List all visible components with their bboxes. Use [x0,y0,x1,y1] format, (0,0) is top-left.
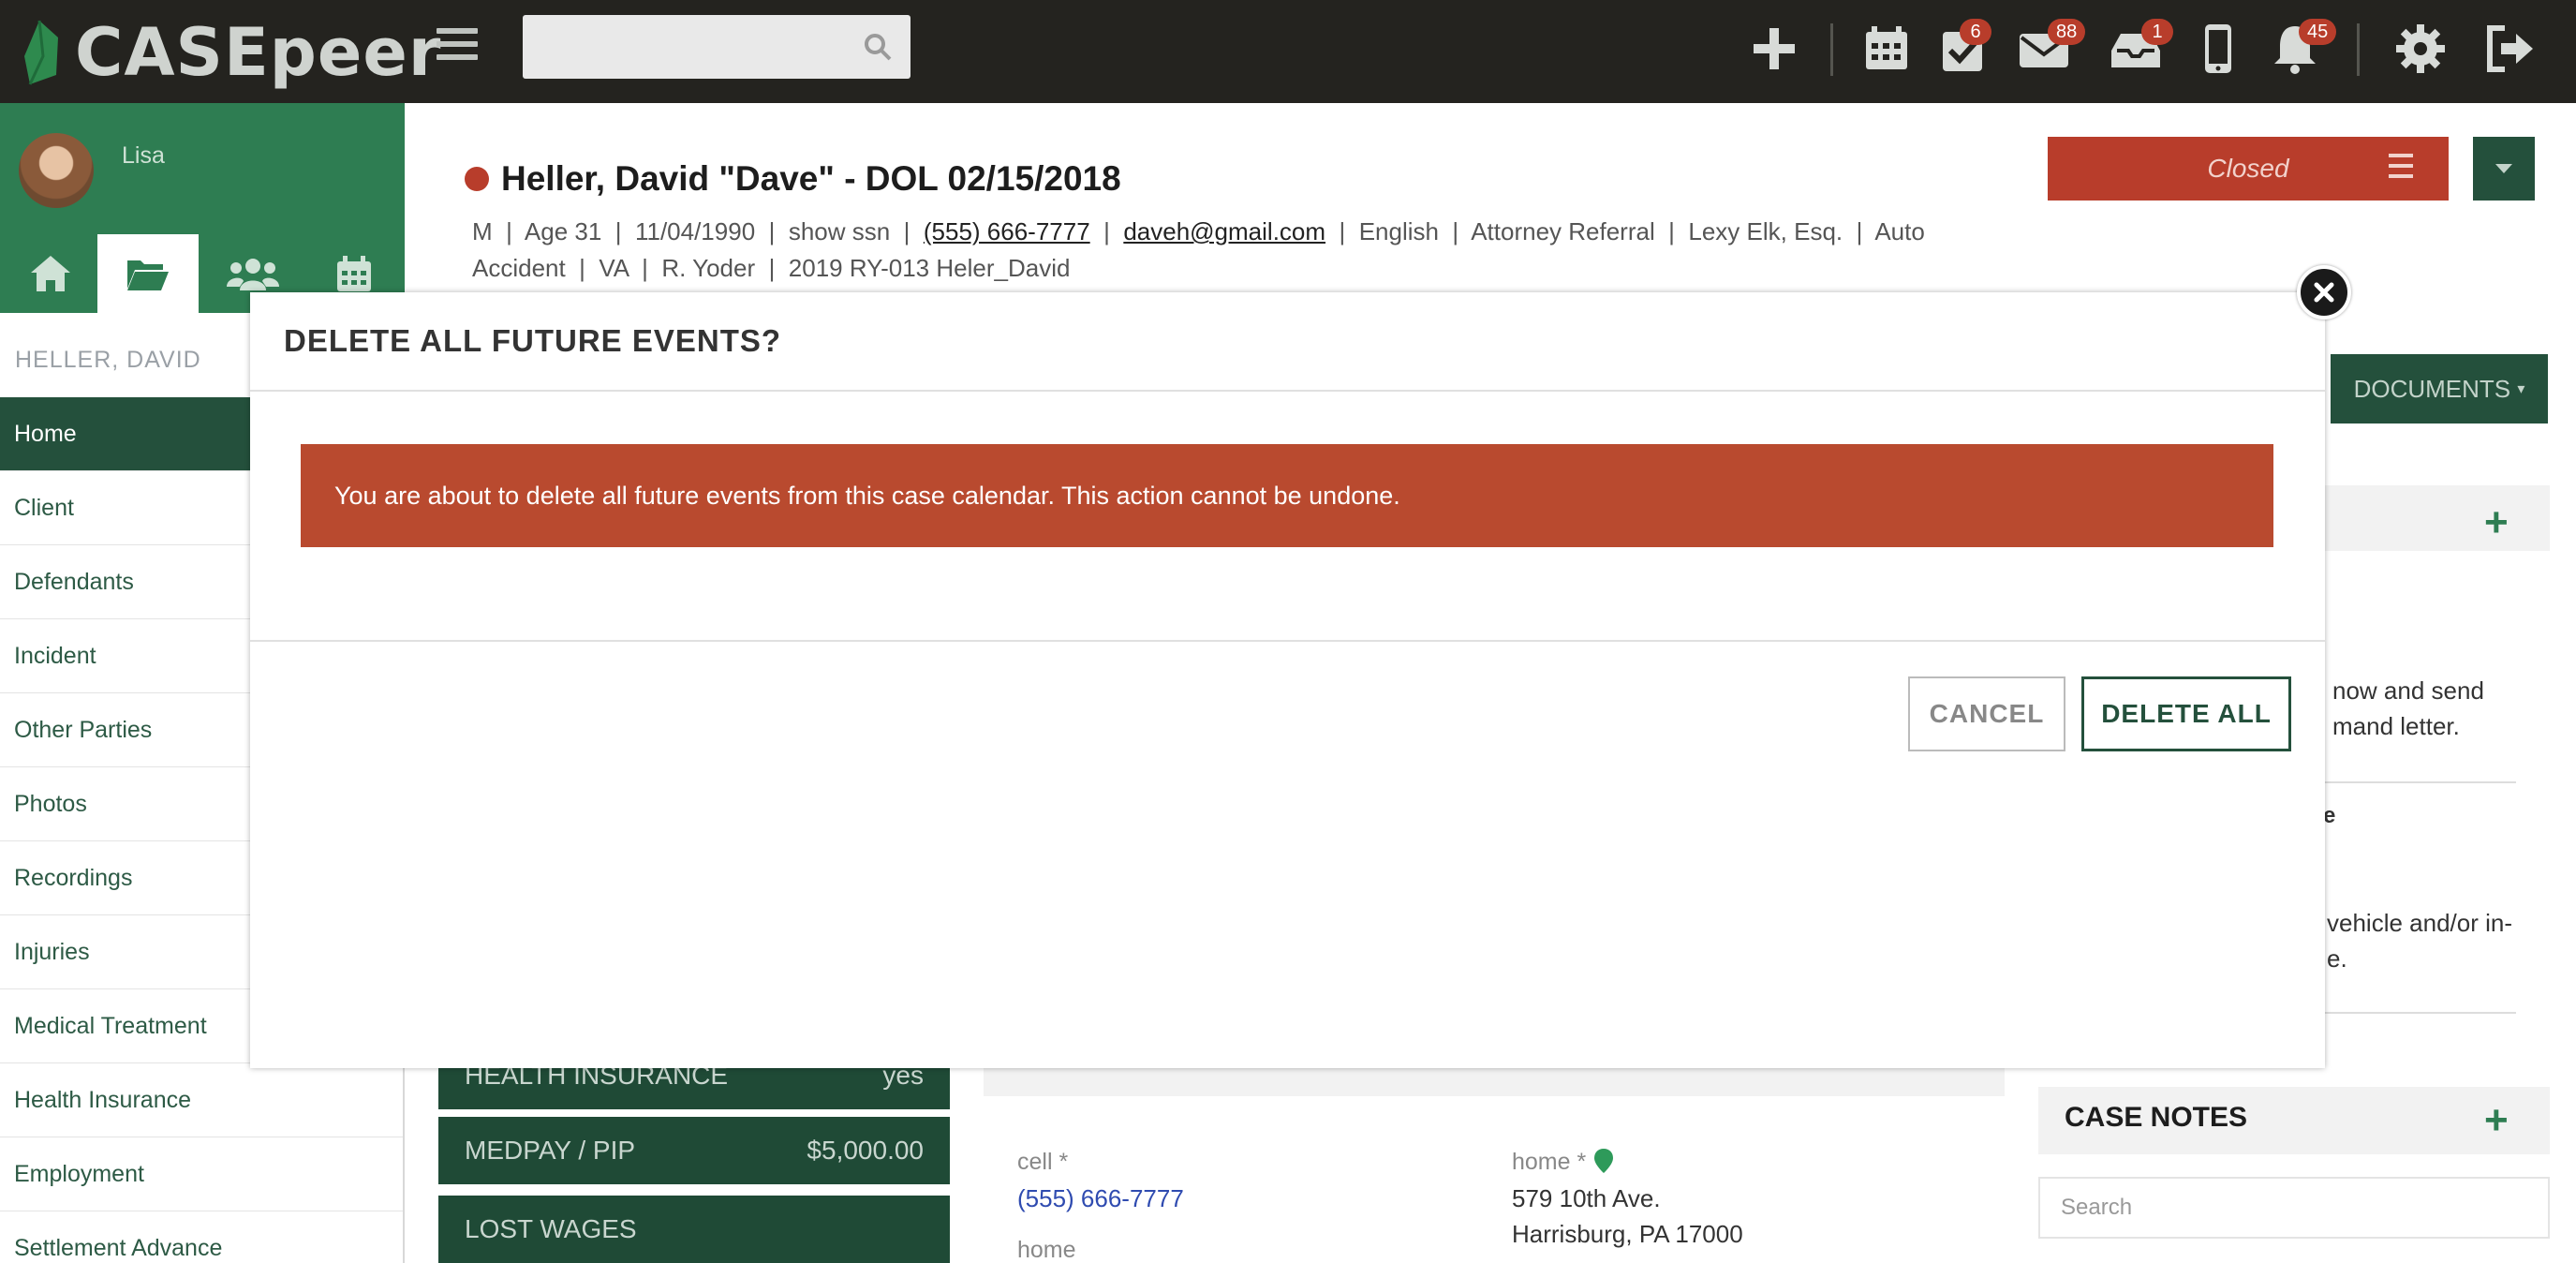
chevron-down-icon [2495,164,2512,173]
page-title: Heller, David "Dave" - DOL 02/15/2018 [501,159,1121,198]
tab-cases[interactable] [97,234,199,313]
case-status-dot [465,167,489,191]
meta-case-type-2: Accident [472,254,566,282]
caret-down-icon: ▾ [2517,381,2525,397]
rp-text-line: e. [2327,944,2347,973]
folder-open-icon [127,260,169,290]
rp-text-fragment: e [2323,803,2336,828]
mobile-phone-icon[interactable] [2190,21,2246,77]
documents-dropdown-button[interactable]: DOCUMENTS ▾ [2331,354,2548,423]
kpi-label: MEDPAY / PIP [465,1136,636,1165]
home-icon [31,256,70,291]
home-label: home [1017,1237,1076,1263]
cancel-button[interactable]: CANCEL [1908,676,2065,751]
leaf-logo-icon [24,20,58,85]
sidebar-item-health-insurance[interactable]: Health Insurance [0,1063,403,1137]
global-search-input[interactable] [523,15,910,79]
meta-show-ssn[interactable]: show ssn [789,217,890,245]
warning-alert: You are about to delete all future event… [301,444,2273,547]
address-line: Harrisburg, PA 17000 [1512,1220,1743,1248]
modal-close-button[interactable] [2297,265,2351,319]
kpi-value: $5,000.00 [807,1136,924,1165]
meta-email-link[interactable]: daveh@gmail.com [1123,217,1325,245]
case-status-label: Closed [2207,154,2289,183]
delete-all-button[interactable]: DELETE ALL [2081,676,2291,751]
meta-phone-link[interactable]: (555) 666-7777 [924,217,1090,245]
casepeer-logo[interactable]: CASEpeer [21,7,441,97]
plus-icon[interactable] [1746,21,1802,77]
users-group-icon [227,259,279,290]
calendar-icon [337,256,371,291]
case-notes-title: CASE NOTES [2065,1102,2248,1133]
rp-text-line: mand letter. [2332,712,2460,740]
meta-dob: 11/04/1990 [634,217,756,245]
gear-settings-icon[interactable] [2392,21,2449,77]
sidebar-item-employment[interactable]: Employment [0,1137,403,1211]
meta-state: VA [599,254,629,282]
sidebar-item-settlement-advance[interactable]: Settlement Advance [0,1211,403,1263]
user-panel: Lisa [0,103,405,313]
kpi-label: LOST WAGES [465,1214,637,1243]
kpi-medpay-pip[interactable]: MEDPAY / PIP $5,000.00 [438,1117,950,1184]
meta-staff: R. Yoder [661,254,756,282]
status-menu-icon[interactable] [2389,154,2413,185]
top-navbar: CASEpeer 6 88 1 45 [0,0,2576,103]
modal-footer-divider [250,640,2325,642]
warning-message: You are about to delete all future event… [334,481,1400,510]
case-meta-line: M | Age 31 | 11/04/1990 | show ssn | (55… [472,217,1925,282]
notifications-badge: 45 [2299,19,2337,45]
rp-text-line: now and send [2332,676,2484,705]
meta-attorney: Lexy Elk, Esq. [1688,217,1843,245]
address-line: 579 10th Ave. [1512,1184,1661,1212]
documents-label: DOCUMENTS [2353,374,2511,403]
meta-age: Age 31 [524,217,602,245]
sidebar-case-label: HELLER, DAVID [15,347,201,373]
add-plus-icon[interactable]: + [2484,502,2509,543]
delete-events-modal: DELETE ALL FUTURE EVENTS? You are about … [250,292,2325,1068]
toolbar-divider [1830,23,1833,76]
meta-referral: Attorney Referral [1471,217,1655,245]
toolbar-divider [2357,23,2360,76]
right-panel-text-2: vehicle and/or in- e. [2327,905,2512,976]
home-address-label: home * [1512,1149,1587,1175]
map-pin-icon[interactable] [1594,1149,1613,1173]
hamburger-menu-icon[interactable] [437,28,478,69]
cell-label: cell * [1017,1149,1069,1175]
close-icon [2314,282,2334,303]
meta-gender: M [472,217,493,245]
tab-home[interactable] [0,234,101,313]
meta-language: English [1358,217,1439,245]
status-dropdown-button[interactable] [2473,137,2535,201]
add-note-plus-icon[interactable]: + [2484,1100,2509,1141]
inbox-badge: 1 [2141,19,2173,45]
meta-case-type: Auto [1874,217,1925,245]
brand-name: CASEpeer [75,13,442,91]
tasks-badge: 6 [1960,19,1991,45]
cell-phone-link[interactable]: (555) 666-7777 [1017,1184,1184,1213]
notes-search-input[interactable]: Search [2038,1177,2550,1239]
modal-header: DELETE ALL FUTURE EVENTS? [250,292,2325,392]
avatar[interactable] [19,133,94,208]
kpi-lost-wages[interactable]: LOST WAGES [438,1196,950,1263]
meta-case-number: 2019 RY-013 Heler_David [788,254,1071,282]
search-icon[interactable] [862,31,894,63]
home-address: 579 10th Ave. Harrisburg, PA 17000 [1512,1181,1743,1252]
modal-title: DELETE ALL FUTURE EVENTS? [284,323,782,358]
user-name: Lisa [122,142,165,169]
calendar-icon[interactable] [1858,21,1915,77]
rp-text-line: vehicle and/or in- [2327,909,2512,937]
mail-badge: 88 [2048,19,2086,45]
logout-icon[interactable] [2482,21,2539,77]
right-panel-text: now and send mand letter. [2332,673,2484,744]
